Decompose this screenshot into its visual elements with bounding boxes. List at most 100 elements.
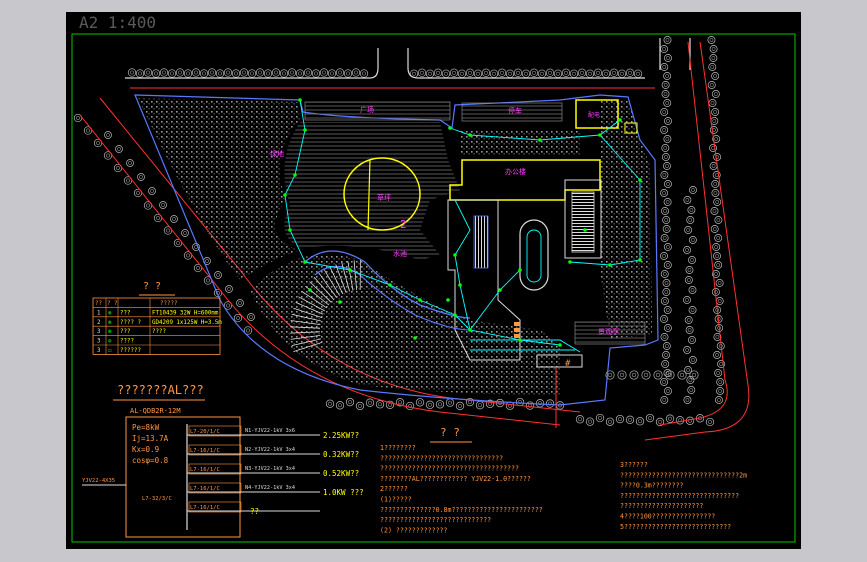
legend-row-symbol: ⊘ — [108, 339, 112, 345]
legend-row-name: ??? — [120, 329, 130, 335]
notes-line: ???????????????????????????? — [380, 516, 491, 524]
label-lawn: 草坪 — [377, 193, 391, 202]
hatched-block-north-west — [304, 101, 451, 121]
light-fixture-symbol — [283, 193, 287, 197]
notes-line: 3?????? — [620, 461, 648, 469]
main-breaker-label: L7-32/3/C — [142, 496, 172, 502]
light-fixture-symbol — [558, 343, 562, 347]
light-fixture-symbol — [568, 260, 572, 264]
label-south-block: 景观亭 — [598, 327, 619, 336]
label-plaza: 水池 — [393, 249, 407, 258]
notes-line: ??????????????????????????????????? — [380, 465, 519, 473]
legend-row-name: ??? — [120, 310, 130, 316]
circuit-load: 0.52KW?? — [323, 469, 359, 478]
notes-title: ? ? — [440, 426, 460, 439]
light-fixture-symbol — [468, 133, 472, 137]
legend-row-no: 2 — [97, 320, 101, 326]
panel-param: Pe=8kW — [132, 423, 160, 432]
notes-line: ??????????????0.8m??????????????????????… — [380, 506, 543, 514]
legend-row-symbol: ⊗ — [108, 329, 112, 335]
legend-row-no: 3 — [97, 339, 101, 345]
light-fixture-symbol — [446, 298, 450, 302]
feeder-label: YJV22-4X35 — [82, 478, 115, 484]
light-fixture-symbol — [498, 288, 502, 292]
circuit-cable: N4-YJV22-1kV 3x4 — [245, 485, 295, 491]
notes-line: 1???????? — [380, 444, 416, 452]
notes-line: (2) ????????????? — [380, 526, 448, 534]
sheet-scale-label: A2 1:400 — [79, 13, 156, 32]
circuit-cable: N2-YJV22-1kV 3x4 — [245, 447, 295, 453]
light-fixture-symbol — [538, 138, 542, 142]
circuit-load: 1.0KW ??? — [323, 488, 364, 497]
notes-line: (1)????? — [380, 496, 412, 504]
cad-drawing-view: A2 1:400 草坪 办公楼 绿地 广场 配电 停车 水池 景观亭 2 # ?… — [0, 0, 867, 562]
light-fixture-symbol — [468, 328, 472, 332]
panel-param: Ij=13.7A — [132, 434, 169, 443]
light-fixture-symbol — [308, 288, 312, 292]
office-stair-west — [473, 215, 489, 269]
light-fixture-symbol — [453, 253, 457, 257]
legend-header-symbol: ? ? — [107, 301, 117, 307]
panel-param: Kx=0.9 — [132, 445, 159, 454]
light-fixture-symbol — [288, 228, 292, 232]
legend-row-symbol: ⊗ — [108, 310, 112, 316]
legend-header-spec: ????? — [160, 301, 177, 307]
legend-row-name: ???? — [120, 339, 134, 345]
label-east-block: 配电 — [588, 111, 600, 119]
light-fixture-symbol — [638, 258, 642, 262]
legend-row-symbol: ⊗ — [108, 320, 112, 326]
label-garden-b: 广场 — [360, 105, 374, 114]
label-office: 办公楼 — [505, 167, 526, 176]
legend-row-name: ?????? — [120, 348, 141, 354]
notes-line: 2?????? — [380, 485, 408, 493]
notes-line: 5??????????????????????????? — [620, 523, 731, 531]
legend-header-no: ?? — [95, 301, 102, 307]
circuit-breaker: L7-16/1/C — [190, 505, 220, 511]
panel-id: AL-QDB2R-12M — [130, 407, 181, 415]
legend-row-no: 1 — [97, 310, 101, 316]
light-fixture-symbol — [453, 313, 457, 317]
light-fixture-symbol — [338, 300, 342, 304]
panel-title: ???????AL??? — [117, 383, 204, 397]
panel-param: cosφ=0.8 — [132, 456, 169, 465]
light-fixture-symbol — [448, 126, 452, 130]
circuit-breaker: L7-20/1/C — [190, 429, 220, 435]
orange-stair-marker — [514, 322, 520, 338]
light-fixture-symbol — [583, 228, 587, 232]
notes-line: ??????????????????????????????? — [380, 454, 503, 462]
office-stair-east — [571, 191, 595, 253]
light-fixture-symbol — [388, 283, 392, 287]
legend-row-spec: GD4209 1x125W H=3.5m — [152, 320, 222, 326]
legend-row-no: 3 — [97, 329, 101, 335]
light-fixture-symbol — [303, 260, 307, 264]
notes-line: ????0.3m???????? — [620, 482, 684, 490]
legend-title: ? ? — [143, 281, 161, 292]
circuit-breaker: L7-16/1/C — [190, 486, 220, 492]
light-fixture-symbol — [298, 98, 302, 102]
light-fixture-symbol — [418, 298, 422, 302]
label-marker-h: # — [565, 359, 571, 369]
legend-row-symbol: ▭ — [108, 348, 112, 354]
legend-row-no: 3 — [97, 348, 101, 354]
circuit-breaker: L7-16/1/C — [190, 448, 220, 454]
light-fixture-symbol — [608, 263, 612, 267]
circuit-load: ?? — [250, 507, 259, 516]
notes-line: ????????AL???????????? YJV22-1.0?????? — [380, 475, 531, 483]
light-fixture-symbol — [518, 338, 522, 342]
notes-line: 4????100???????????????? — [620, 513, 715, 521]
legend-row-name: ???? ? — [120, 320, 141, 326]
light-fixture-symbol — [598, 133, 602, 137]
light-fixture-symbol — [618, 118, 622, 122]
circuit-breaker: L7-16/1/C — [190, 467, 220, 473]
circuit-cable: N3-YJV22-1kV 3x4 — [245, 466, 295, 472]
light-fixture-symbol — [518, 268, 522, 272]
notes-line: ????????????????????? — [620, 502, 703, 510]
circuit-load: 2.25KW?? — [323, 431, 359, 440]
light-fixture-symbol — [413, 336, 417, 340]
light-fixture-symbol — [348, 268, 352, 272]
light-fixture-symbol — [303, 128, 307, 132]
legend-row-spec: ???? — [152, 329, 166, 335]
notes-line: ?????????????????????????????? — [620, 492, 739, 500]
notes-line: ??????????????????????????????2m — [620, 471, 747, 479]
light-fixture-symbol — [638, 178, 642, 182]
